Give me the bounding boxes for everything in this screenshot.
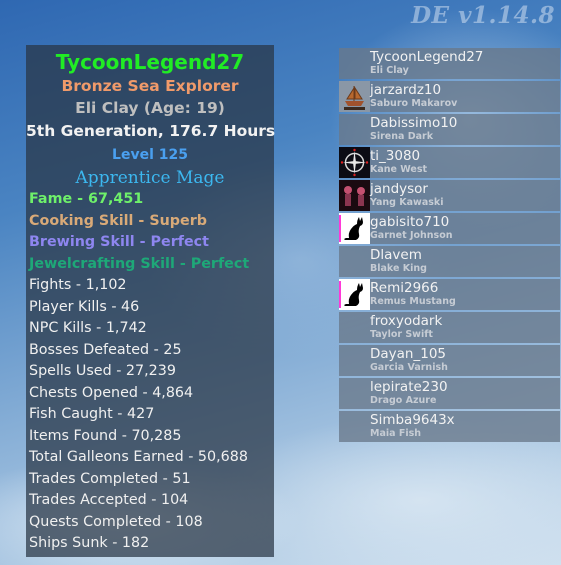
player-row[interactable]: Dabissimo10 Sirena Dark [339,114,560,145]
avatar-empty [339,312,370,343]
profile-rank: Apprentice Mage [75,168,225,188]
profile-username: TycoonLegend27 [55,50,245,74]
stat-bosses-defeated: Bosses Defeated - 25 [29,341,182,358]
player-character-name: Taylor Swift [370,329,433,340]
version-label: DE v1.14.8 [411,2,555,29]
avatar-empty [339,246,370,277]
player-username: ti_3080 [370,148,421,164]
stat-items-found: Items Found - 70,285 [29,427,182,444]
player-character-name: Blake King [370,263,427,274]
player-username: froxyodark [370,313,443,329]
stat-cooking-skill: Cooking Skill - Superb [29,212,208,229]
player-row[interactable]: Remi2966 Remus Mustang [339,279,560,310]
stat-npc-kills: NPC Kills - 1,742 [29,320,147,336]
player-username: Dabissimo10 [370,115,458,131]
player-row[interactable]: jarzardz10 Saburo Makarov [339,81,560,112]
player-stats-panel: TycoonLegend27 Bronze Sea Explorer Eli C… [26,45,276,557]
player-username: jandysor [370,181,428,197]
player-username: Simba9643x [370,412,455,428]
player-username: lepirate230 [370,379,448,395]
player-character-name: Garcia Varnish [370,362,448,373]
player-row[interactable]: froxyodark Taylor Swift [339,312,560,343]
accent-bar [339,215,341,242]
avatar-empty [339,378,370,409]
player-character-name: Remus Mustang [370,296,456,307]
stat-player-kills: Player Kills - 46 [29,298,140,315]
player-row[interactable]: TycoonLegend27 Eli Clay [339,48,560,79]
player-row[interactable]: Simba9643x Maia Fish [339,411,560,442]
compass-emblem-icon [339,147,370,178]
stat-trades-accepted: Trades Accepted - 104 [29,492,189,508]
player-username: Dlavem [370,247,422,263]
stat-fish-caught: Fish Caught - 427 [29,406,155,422]
stat-spells-used: Spells Used - 27,239 [29,363,176,379]
player-row[interactable]: gabisito710 Garnet Johnson [339,213,560,244]
player-row[interactable]: lepirate230 Drago Azure [339,378,560,409]
profile-generation: 5th Generation, 176.7 Hours [26,122,276,140]
player-username: gabisito710 [370,214,450,230]
player-character-name: Garnet Johnson [370,230,453,241]
stat-chests-opened: Chests Opened - 4,864 [29,384,194,401]
black-cat-emblem-icon [339,213,370,244]
skeletons-emblem-icon [339,180,370,211]
player-character-name: Yang Kawaski [370,197,444,208]
player-username: Remi2966 [370,280,439,296]
stat-lines: Fame - 67,451 Cooking Skill - Superb Bre… [26,189,274,555]
player-character-name: Eli Clay [370,65,409,76]
player-username: TycoonLegend27 [370,49,484,65]
stat-fights: Fights - 1,102 [29,277,127,293]
pirate-ship-emblem-icon [339,81,370,112]
profile-character: Eli Clay (Age: 19) [75,99,225,117]
avatar-empty [339,48,370,79]
profile-level: Level 125 [112,147,188,163]
accent-bar [339,281,341,308]
stat-ships-sunk: Ships Sunk - 182 [29,535,150,551]
player-character-name: Maia Fish [370,428,422,439]
stat-total-galleons: Total Galleons Earned - 50,688 [29,449,248,465]
player-character-name: Saburo Makarov [370,98,458,109]
player-character-name: Sirena Dark [370,131,434,142]
player-row[interactable]: Dayan_105 Garcia Varnish [339,345,560,376]
avatar-empty [339,114,370,145]
stat-fame: Fame - 67,451 [29,191,144,207]
player-character-name: Kane West [370,164,428,175]
avatar-empty [339,345,370,376]
profile-title: Bronze Sea Explorer [61,77,239,95]
player-row[interactable]: ti_3080 Kane West [339,147,560,178]
player-username: Dayan_105 [370,346,447,362]
player-row[interactable]: jandysor Yang Kawaski [339,180,560,211]
stat-trades-completed: Trades Completed - 51 [29,470,191,487]
player-list: TycoonLegend27 Eli Clay jarzardz10 Saburo M… [339,48,560,444]
stat-quests-completed: Quests Completed - 108 [29,513,203,530]
player-row[interactable]: Dlavem Blake King [339,246,560,277]
stat-brewing-skill: Brewing Skill - Perfect [29,234,209,250]
stat-jewelcrafting-skill: Jewelcrafting Skill - Perfect [29,255,250,272]
black-cat-emblem-icon [339,279,370,310]
avatar-empty [339,411,370,442]
player-username: jarzardz10 [370,82,442,98]
player-character-name: Drago Azure [370,395,437,406]
